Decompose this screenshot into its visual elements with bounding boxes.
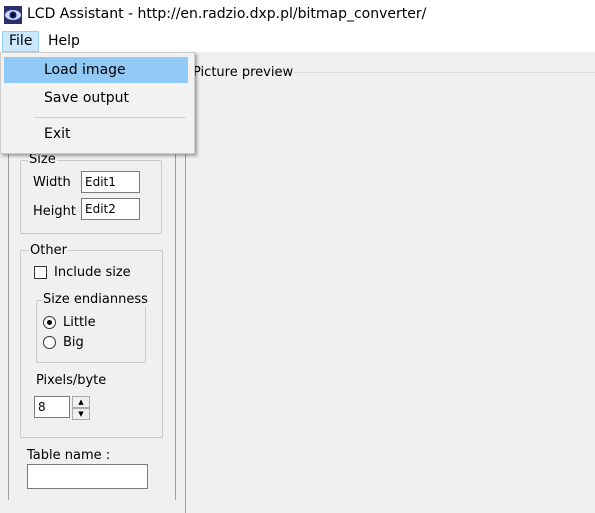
- include-size-checkbox[interactable]: [34, 266, 47, 279]
- eye-icon: [4, 6, 22, 24]
- menu-file[interactable]: File: [2, 31, 40, 52]
- height-field[interactable]: Edit2: [81, 198, 140, 220]
- window-title: LCD Assistant - http://en.radzio.dxp.pl/…: [27, 6, 427, 22]
- endianness-group: [36, 300, 146, 363]
- big-radio[interactable]: [43, 336, 56, 349]
- file-menu-dropdown: Load image Save output Exit: [0, 52, 195, 154]
- include-size-label: Include size: [54, 265, 131, 280]
- spin-up-button[interactable]: ▲: [72, 396, 90, 408]
- menu-help[interactable]: Help: [42, 31, 86, 51]
- other-legend: Other: [29, 243, 68, 258]
- little-radio[interactable]: [43, 316, 56, 329]
- endianness-legend: Size endianness: [42, 292, 149, 307]
- menu-item-load-image[interactable]: Load image: [4, 57, 188, 83]
- picture-preview-group: [185, 72, 595, 513]
- width-field[interactable]: Edit1: [81, 171, 140, 193]
- menu-item-save-output[interactable]: Save output: [4, 85, 188, 111]
- width-label: Width: [33, 175, 71, 190]
- pixels-per-byte-label: Pixels/byte: [36, 373, 107, 388]
- table-name-field[interactable]: [27, 464, 148, 489]
- height-label: Height: [33, 204, 76, 219]
- pixels-per-byte-field[interactable]: 8: [34, 396, 70, 418]
- menu-item-exit[interactable]: Exit: [4, 121, 188, 147]
- big-label: Big: [63, 335, 84, 350]
- table-name-label: Table name :: [27, 448, 111, 463]
- size-legend: Size: [28, 152, 57, 167]
- picture-preview-legend: Picture preview: [192, 65, 295, 80]
- radio-selected-dot: [47, 320, 52, 325]
- little-label: Little: [63, 315, 96, 330]
- title-bar: LCD Assistant - http://en.radzio.dxp.pl/…: [0, 0, 595, 30]
- spin-down-button[interactable]: ▼: [72, 408, 90, 420]
- menu-separator: [34, 117, 186, 118]
- menu-bar: File Help: [0, 30, 595, 53]
